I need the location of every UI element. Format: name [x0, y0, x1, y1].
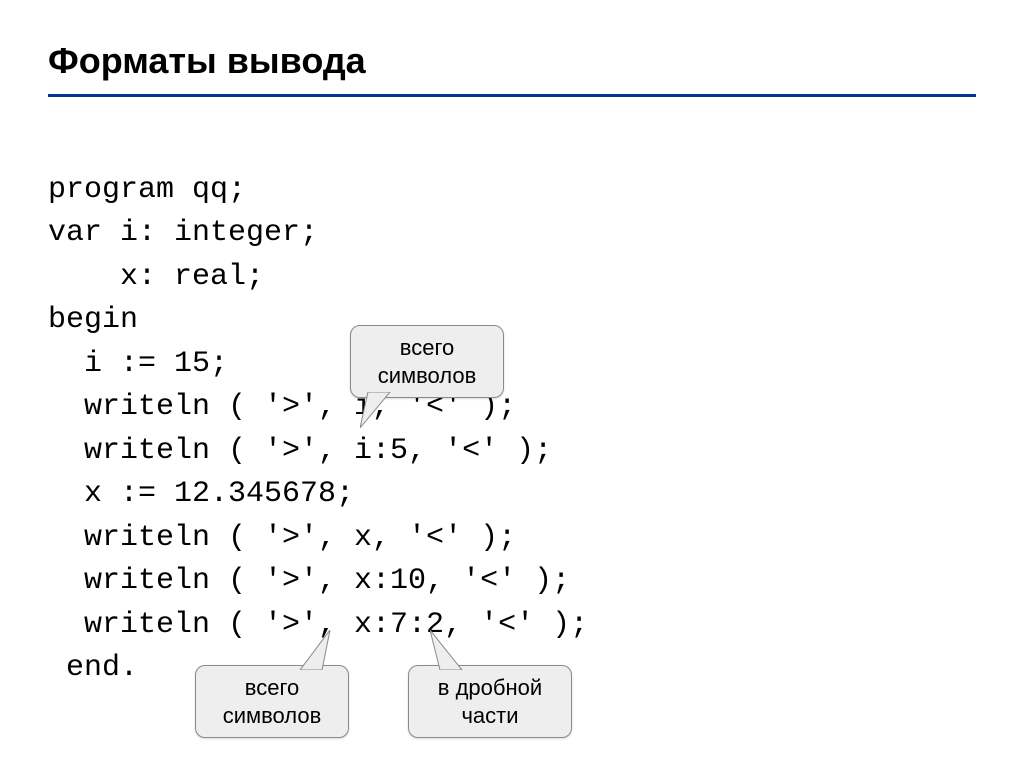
code-line: writeln ( '>', x:10, '<' );	[48, 564, 570, 598]
code-line: writeln ( '>', i:5, '<' );	[48, 434, 552, 468]
code-line: writeln ( '>', x, '<' );	[48, 521, 516, 555]
callout-tail-icon	[430, 630, 470, 670]
callout-total-chars-bottom: всего символов	[195, 665, 349, 738]
callout-text: в дробной	[425, 674, 555, 702]
callout-tail-icon	[360, 392, 400, 428]
callout-tail-icon	[300, 630, 340, 670]
code-line: var i: integer;	[48, 216, 318, 250]
code-block: program qq; var i: integer; x: real; beg…	[48, 125, 976, 734]
code-line: end.	[48, 651, 138, 685]
code-line: i := 15;	[48, 347, 228, 381]
callout-text: всего	[212, 674, 332, 702]
code-line: x: real;	[48, 260, 264, 294]
callout-text: символов	[367, 362, 487, 390]
callout-text: всего	[367, 334, 487, 362]
code-line: begin	[48, 303, 138, 337]
code-line: program qq;	[48, 173, 246, 207]
code-line: x := 12.345678;	[48, 477, 354, 511]
callout-text: символов	[212, 702, 332, 730]
slide: Форматы вывода program qq; var i: intege…	[0, 0, 1024, 767]
callout-fraction-part: в дробной части	[408, 665, 572, 738]
callout-text: части	[425, 702, 555, 730]
page-title: Форматы вывода	[48, 40, 976, 97]
callout-total-chars-top: всего символов	[350, 325, 504, 398]
